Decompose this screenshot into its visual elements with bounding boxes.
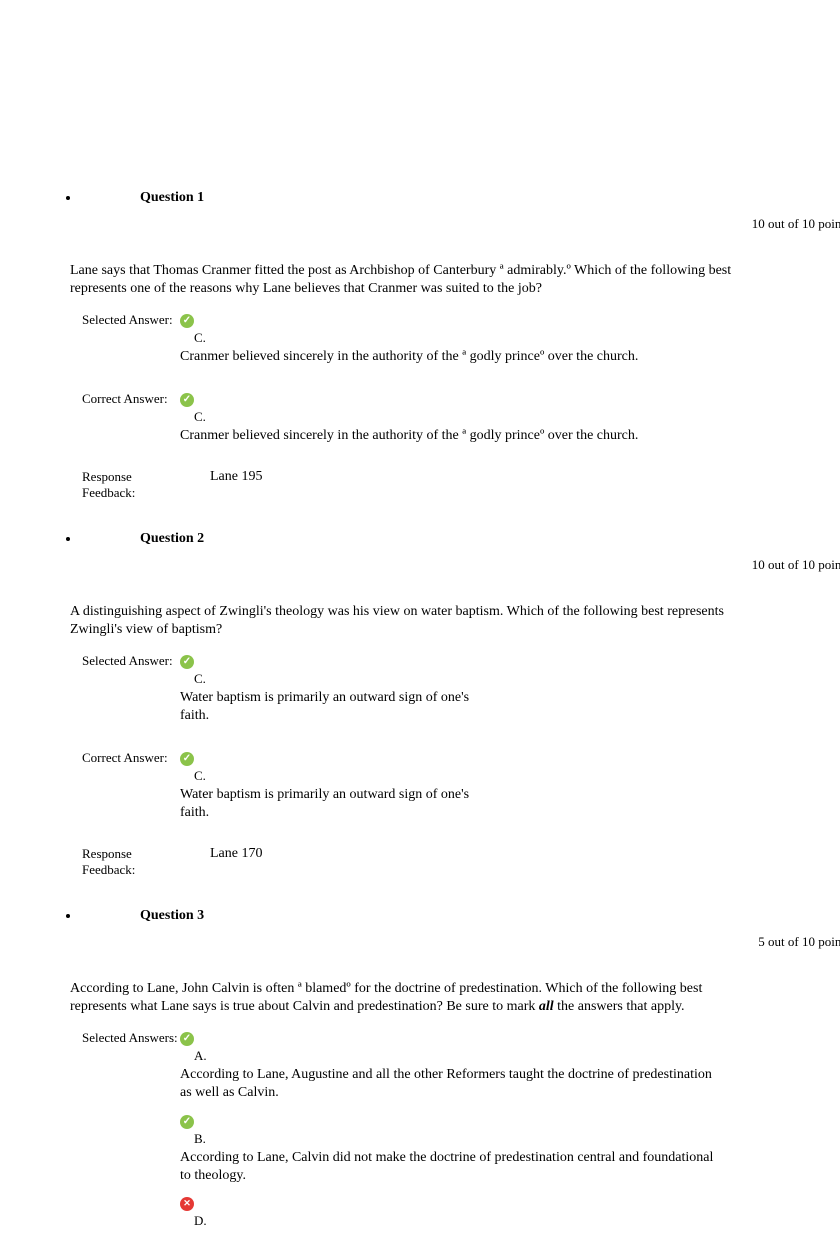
correct-answer-block: Correct Answer: C. Water baptism is prim… [70, 750, 750, 832]
feedback-text: Lane 195 [180, 469, 262, 501]
feedback-label: Response Feedback: [70, 469, 180, 501]
question-stem: According to Lane, John Calvin is often … [70, 980, 750, 1016]
answer-letter: B. [194, 1131, 750, 1147]
feedback-text: Lane 170 [180, 846, 262, 878]
selected-answers-block: Selected Answers: A. According to Lane, … [70, 1030, 750, 1239]
selected-answer-label: Selected Answer: [70, 312, 180, 376]
question-1: Question 1 10 out of 10 points Lane says… [80, 0, 840, 501]
question-title: Question 2 [140, 531, 204, 547]
answer-text: According to Lane, Calvin did not make t… [180, 1149, 720, 1185]
answer-text: Water baptism is primarily an outward si… [180, 689, 500, 725]
question-title: Question 3 [140, 908, 204, 924]
answer-letter: C. [194, 330, 750, 346]
answer-text: According to Lane, Augustine and all the… [180, 1066, 720, 1102]
selected-choice: D. [180, 1195, 750, 1229]
correct-answer-block: Correct Answer: C. Cranmer believed sinc… [70, 391, 750, 455]
feedback-block: Response Feedback: Lane 170 [70, 846, 750, 878]
stem-post: the answers that apply. [554, 999, 685, 1014]
correct-answer-label: Correct Answer: [70, 750, 180, 832]
feedback-block: Response Feedback: Lane 195 [70, 469, 750, 501]
question-2: Question 2 10 out of 10 points A disting… [80, 521, 840, 878]
answer-text: Water baptism is primarily an outward si… [180, 786, 500, 822]
answer-letter: C. [194, 768, 750, 784]
cross-icon [180, 1197, 194, 1211]
selected-choice: A. According to Lane, Augustine and all … [180, 1030, 750, 1102]
selected-answers-label: Selected Answers: [70, 1030, 180, 1239]
check-icon [180, 752, 194, 766]
points-score: 5 out of 10 points [80, 934, 840, 950]
questions-list: Question 1 10 out of 10 points Lane says… [0, 0, 840, 1239]
selected-choice: B. According to Lane, Calvin did not mak… [180, 1113, 750, 1185]
points-score: 10 out of 10 points [80, 216, 840, 232]
question-3: Question 3 5 out of 10 points According … [80, 898, 840, 1239]
check-icon [180, 393, 194, 407]
points-score: 10 out of 10 points [80, 557, 840, 573]
answer-letter: C. [194, 671, 750, 687]
check-icon [180, 314, 194, 328]
question-stem: A distinguishing aspect of Zwingli's the… [70, 603, 750, 639]
selected-answer-block: Selected Answer: C. Cranmer believed sin… [70, 312, 750, 376]
check-icon [180, 655, 194, 669]
answer-letter: A. [194, 1048, 750, 1064]
stem-emphasis: all [539, 999, 554, 1014]
feedback-label: Response Feedback: [70, 846, 180, 878]
answer-text: Cranmer believed sincerely in the author… [180, 348, 720, 366]
answer-letter: C. [194, 409, 750, 425]
answer-text: Cranmer believed sincerely in the author… [180, 427, 720, 445]
question-stem: Lane says that Thomas Cranmer fitted the… [70, 262, 750, 298]
selected-answer-label: Selected Answer: [70, 653, 180, 735]
question-title: Question 1 [140, 90, 204, 206]
check-icon [180, 1115, 194, 1129]
check-icon [180, 1032, 194, 1046]
correct-answer-label: Correct Answer: [70, 391, 180, 455]
answer-letter: D. [194, 1213, 750, 1229]
selected-answer-block: Selected Answer: C. Water baptism is pri… [70, 653, 750, 735]
